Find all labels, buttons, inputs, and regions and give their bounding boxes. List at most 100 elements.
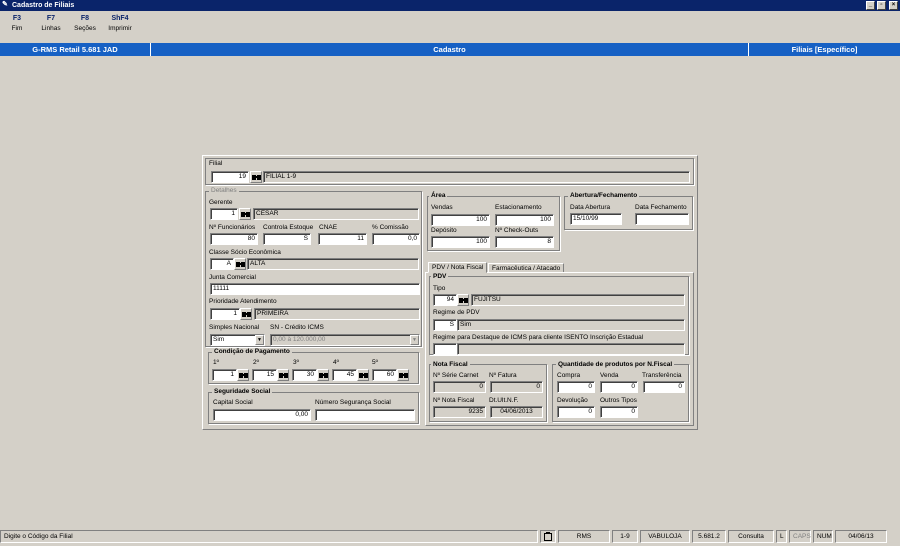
fkey-secoes[interactable]: F8 Seções — [65, 14, 105, 34]
capital-input[interactable]: 0,00 — [213, 409, 311, 421]
status-mode: Consulta — [728, 530, 774, 543]
header-banner: G-RMS Retail 5.681 JAD Cadastro Filiais … — [0, 43, 900, 56]
tipo-code-input[interactable]: 94 — [433, 294, 457, 306]
prioridade-code-input[interactable]: 1 — [210, 308, 240, 320]
chevron-down-icon[interactable]: ▼ — [410, 335, 419, 345]
vendas-input[interactable]: 100 — [431, 214, 490, 226]
fkey-imprimir[interactable]: ShF4 Imprimir — [100, 14, 140, 34]
abertura-group: Abertura/Fechamento Data Abertura Data F… — [564, 192, 693, 230]
close-button[interactable]: × — [889, 1, 898, 10]
window-titlebar: ✎ Cadastro de Filiais _ ▫ × — [0, 0, 900, 11]
binoculars-icon — [399, 373, 408, 378]
status-message: Digite o Código da Filial — [0, 530, 538, 543]
banner-module: Cadastro — [151, 43, 749, 56]
condicao-3-search-button[interactable] — [317, 369, 329, 381]
checkouts-label: Nº Check-Outs — [495, 227, 539, 234]
filial-code-input[interactable]: 19 — [211, 171, 249, 183]
numero-ss-label: Número Segurança Social — [315, 399, 391, 406]
junta-label: Junta Comercial — [209, 274, 256, 281]
sn-credito-select[interactable]: 0,00 à 120.000,00 ▼ — [270, 334, 420, 346]
devol-label: Devolução — [557, 397, 588, 404]
tipo-search-button[interactable] — [457, 294, 469, 306]
ctrl-estoque-label: Controla Estoque — [263, 224, 314, 231]
devol-input[interactable]: 0 — [557, 406, 595, 418]
comissao-input[interactable]: 0,0 — [372, 233, 420, 245]
fkey-label: Imprimir — [108, 25, 132, 32]
compra-input[interactable]: 0 — [557, 381, 595, 393]
restore-button[interactable]: ▫ — [877, 1, 886, 10]
condicao-title: Condição de Pagamento — [212, 348, 292, 356]
sn-credito-value: 0,00 à 120.000,00 — [273, 336, 326, 343]
status-user: VABULOJA — [640, 530, 690, 543]
venda-label: Venda — [600, 372, 619, 379]
tab-pdv-nota-fiscal[interactable]: PDV / Nota Fiscal — [428, 262, 488, 273]
pdv-title: PDV — [431, 273, 449, 281]
seguridade-title: Seguridade Social — [212, 388, 273, 396]
condicao-4-input[interactable]: 45 — [332, 369, 357, 381]
destaque-label: Regime para Destaque de ICMS para client… — [433, 334, 644, 341]
capital-label: Capital Social — [213, 399, 253, 406]
condicao-group: Condição de Pagamento 1º 2º 3º 4º 5º 1 1… — [208, 348, 419, 384]
regime-code-input[interactable]: S — [433, 319, 457, 331]
binoculars-icon — [242, 312, 251, 317]
filial-name-field: FILIAL 1-9 — [263, 171, 690, 183]
condicao-1-search-button[interactable] — [237, 369, 249, 381]
checkouts-input[interactable]: 8 — [495, 236, 554, 248]
data-fechamento-input[interactable] — [635, 213, 689, 225]
nfunc-label: Nº Funcionários — [209, 224, 256, 231]
clipboard-icon — [544, 532, 552, 541]
prioridade-name-field: PRIMEIRA — [254, 308, 420, 320]
status-filial: 1-9 — [612, 530, 638, 543]
status-l: L — [776, 530, 787, 543]
fatura-label: Nº Fatura — [489, 372, 517, 379]
destaque-code-input[interactable] — [433, 343, 457, 355]
condicao-5-input[interactable]: 60 — [372, 369, 397, 381]
estac-input[interactable]: 100 — [495, 214, 554, 226]
condicao-2-search-button[interactable] — [277, 369, 289, 381]
simples-value: Sim — [213, 336, 225, 343]
binoculars-icon — [319, 373, 328, 378]
binoculars-icon — [459, 298, 468, 303]
binoculars-icon — [252, 175, 261, 180]
ctrl-estoque-input[interactable]: S — [263, 233, 311, 245]
prioridade-search-button[interactable] — [240, 308, 252, 320]
classe-search-button[interactable] — [234, 258, 246, 270]
chevron-down-icon[interactable]: ▼ — [255, 335, 264, 345]
condicao-5-search-button[interactable] — [397, 369, 409, 381]
condicao-1-input[interactable]: 1 — [212, 369, 237, 381]
status-clipboard — [540, 530, 556, 543]
classe-name-field: ALTA — [247, 258, 419, 270]
gerente-search-button[interactable] — [239, 208, 251, 220]
nfunc-input[interactable]: 80 — [210, 233, 258, 245]
numero-ss-input[interactable] — [315, 409, 415, 421]
minimize-button[interactable]: _ — [866, 1, 875, 10]
fkey-code: F8 — [80, 15, 90, 22]
junta-input[interactable]: 11111 — [210, 283, 420, 295]
deposito-input[interactable]: 100 — [431, 236, 490, 248]
filial-search-button[interactable] — [250, 171, 262, 183]
gerente-code-input[interactable]: 1 — [210, 208, 238, 220]
outros-input[interactable]: 0 — [600, 406, 638, 418]
detalhes-group: Detalhes Gerente 1 CESAR Nº Funcionários… — [205, 187, 422, 347]
classe-code-input[interactable]: A — [210, 258, 234, 270]
simples-label: Simples Nacional — [209, 324, 260, 331]
cnae-input[interactable]: 11 — [318, 233, 367, 245]
condicao-4-label: 4º — [333, 359, 339, 366]
condicao-2-input[interactable]: 15 — [252, 369, 277, 381]
binoculars-icon — [236, 262, 245, 267]
transf-input[interactable]: 0 — [643, 381, 685, 393]
dt-ult-label: Dt.Ult.N.F. — [489, 397, 519, 404]
data-abertura-input[interactable]: 15/10/99 — [570, 213, 622, 225]
pdv-group: PDV Tipo 94 FUJITSU Regime de PDV S Sim … — [429, 273, 689, 355]
status-caps: CAPS — [789, 530, 811, 543]
filial-section: Filial 19 FILIAL 1-9 — [205, 158, 694, 185]
vendas-label: Vendas — [431, 204, 453, 211]
venda-input[interactable]: 0 — [600, 381, 638, 393]
gerente-label: Gerente — [209, 199, 233, 206]
simples-select[interactable]: Sim ▼ — [210, 334, 265, 346]
sn-credito-label: SN - Crédito ICMS — [270, 324, 324, 331]
status-system: RMS — [558, 530, 610, 543]
condicao-3-input[interactable]: 30 — [292, 369, 317, 381]
condicao-4-search-button[interactable] — [357, 369, 369, 381]
status-bar: Digite o Código da Filial RMS 1-9 VABULO… — [0, 528, 900, 546]
